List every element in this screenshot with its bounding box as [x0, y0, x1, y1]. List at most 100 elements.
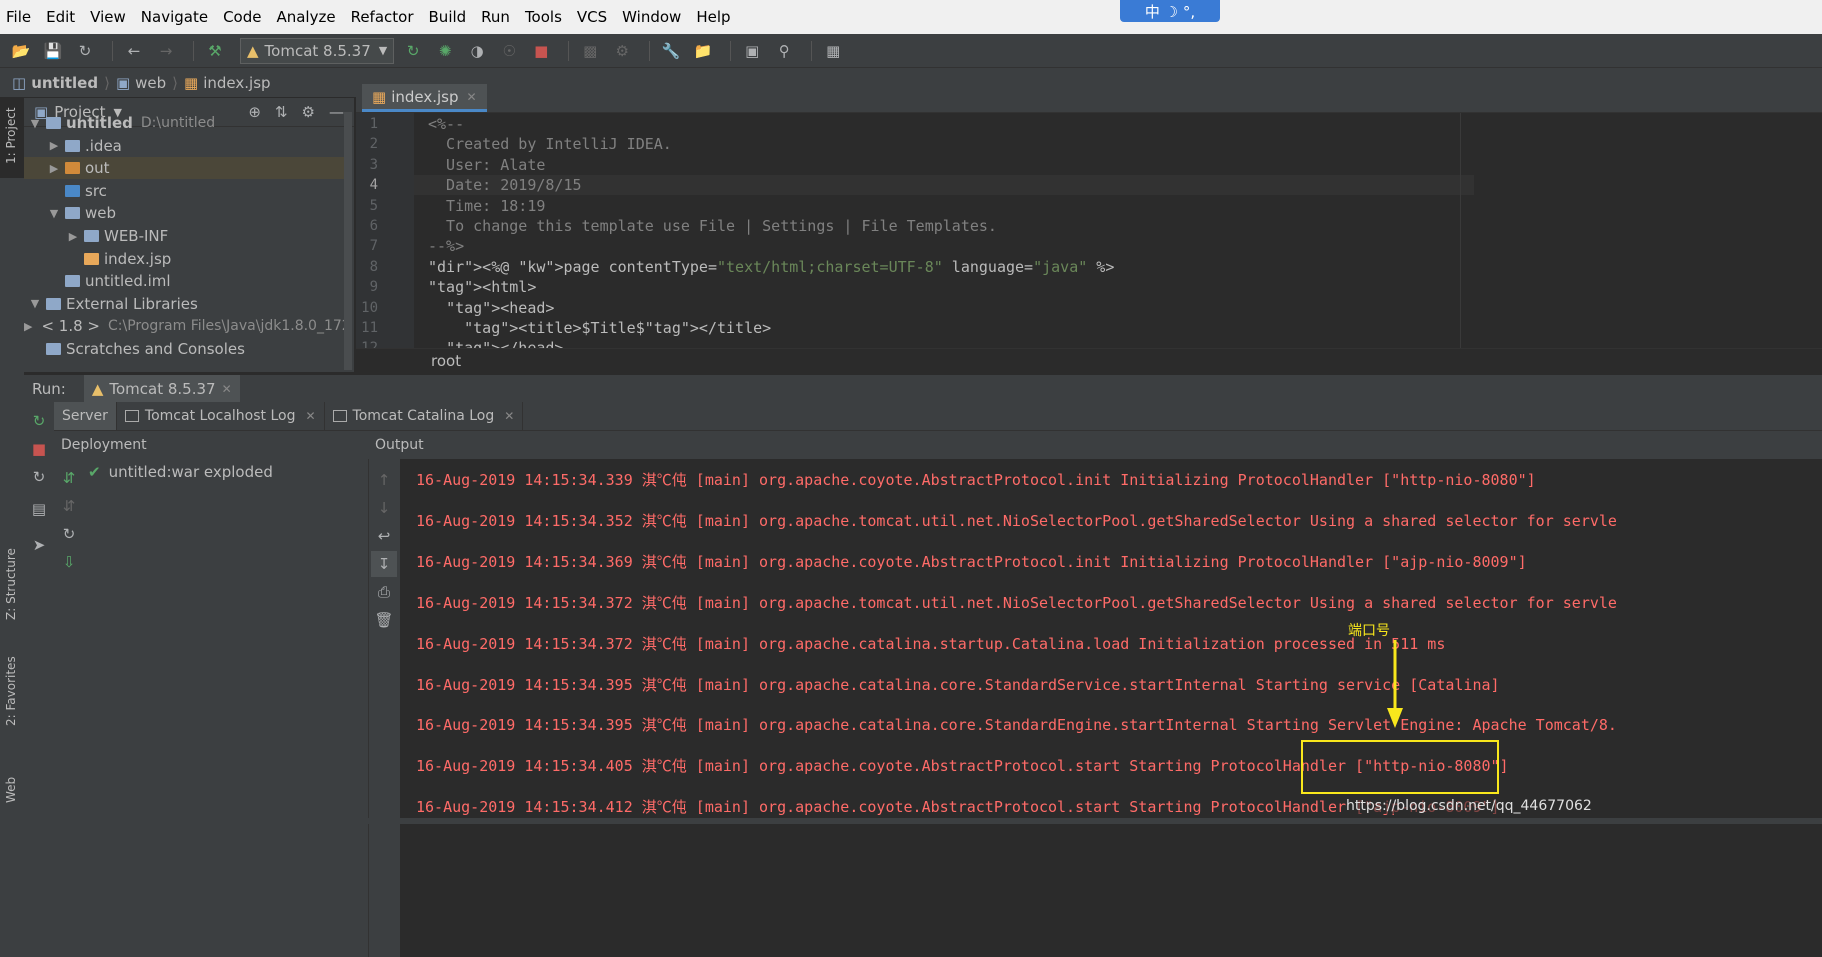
code-line[interactable]: To change this template use File | Setti…	[428, 216, 997, 236]
rerun-icon[interactable]: ↻	[26, 408, 52, 434]
code-line[interactable]: "tag"><html>	[428, 277, 536, 297]
run-configuration-select[interactable]: ▲ Tomcat 8.5.37 ▼	[240, 37, 395, 64]
breadcrumb-web[interactable]: ▣ web	[116, 74, 166, 92]
layout-icon[interactable]: ▤	[26, 496, 52, 522]
collapsed-arrow-icon[interactable]: ▶	[47, 139, 61, 152]
tool-window-structure[interactable]: Z: Structure	[0, 548, 24, 638]
project-scrollbar[interactable]	[344, 112, 352, 370]
code-line[interactable]: --%>	[428, 236, 464, 256]
stop-icon[interactable]: ■	[26, 436, 52, 462]
menu-vcs[interactable]: VCS	[577, 8, 607, 26]
redeploy-icon[interactable]: ⇩	[56, 549, 82, 575]
code-line[interactable]: "tag"><title>$Title$"tag"></title>	[428, 318, 771, 338]
trash-icon[interactable]: 🗑	[371, 607, 397, 633]
menu-run[interactable]: Run	[481, 8, 510, 26]
menu-help[interactable]: Help	[696, 8, 730, 26]
project-structure-icon[interactable]: 📁	[690, 38, 716, 64]
tree-node[interactable]: ▶ WEB-INF	[24, 225, 344, 247]
code-line[interactable]: Time: 18:19	[428, 196, 545, 216]
tool-window-favorites[interactable]: 2: Favorites	[0, 656, 24, 748]
subtab-catalina-log[interactable]: Tomcat Catalina Log ✕	[325, 402, 524, 430]
menu-view[interactable]: View	[90, 8, 126, 26]
tree-node[interactable]: ▶ out	[24, 157, 344, 180]
menu-tools[interactable]: Tools	[525, 8, 562, 26]
update-icon[interactable]: ↻	[56, 521, 82, 547]
save-icon[interactable]: 💾	[40, 38, 66, 64]
close-icon[interactable]: ✕	[504, 409, 514, 423]
close-icon[interactable]: ✕	[222, 382, 232, 396]
code-line[interactable]: Date: 2019/8/15	[414, 175, 1474, 196]
debug-bug-icon[interactable]: ✺	[432, 38, 458, 64]
run-tab-tomcat[interactable]: ▲ Tomcat 8.5.37 ✕	[83, 375, 240, 403]
tool-window-project[interactable]: 1: Project	[0, 98, 24, 178]
pin-icon[interactable]: ➤	[26, 532, 52, 558]
deployment-item[interactable]: ✔ untitled:war exploded	[88, 463, 273, 481]
menu-navigate[interactable]: Navigate	[141, 8, 208, 26]
task-icon[interactable]: ▦	[820, 38, 846, 64]
forward-icon[interactable]: →	[153, 38, 179, 64]
expanded-arrow-icon[interactable]: ▼	[28, 297, 42, 310]
breadcrumb-project[interactable]: ◫ untitled	[12, 74, 98, 92]
collapsed-arrow-icon[interactable]: ▶	[66, 230, 80, 243]
refresh-icon[interactable]: ↻	[26, 464, 52, 490]
menu-refactor[interactable]: Refactor	[351, 8, 414, 26]
code-line[interactable]: "tag"></head>	[428, 338, 563, 348]
menu-file[interactable]: File	[6, 8, 31, 26]
expanded-arrow-icon[interactable]: ▼	[47, 207, 61, 220]
tree-node[interactable]: ▼ untitled D:\untitled	[24, 112, 344, 134]
editor-breadcrumb-root[interactable]: root	[431, 352, 461, 370]
collapsed-arrow-icon[interactable]: ▶	[47, 162, 61, 175]
subtab-server-label: Server	[62, 408, 108, 424]
menu-window[interactable]: Window	[622, 8, 681, 26]
subtab-localhost-log[interactable]: Tomcat Localhost Log ✕	[117, 402, 325, 430]
menu-code[interactable]: Code	[223, 8, 261, 26]
tree-node[interactable]: src	[24, 180, 344, 202]
menu-edit[interactable]: Edit	[46, 8, 75, 26]
subtab-server[interactable]: Server	[54, 402, 117, 430]
profile-icon[interactable]: ☉	[496, 38, 522, 64]
back-icon[interactable]: ←	[121, 38, 147, 64]
code-editor[interactable]: <%-- Created by IntelliJ IDEA. User: Ala…	[414, 113, 1822, 348]
tool-window-web[interactable]: Web	[0, 763, 24, 813]
undeploy-icon[interactable]: ⇵	[56, 493, 82, 519]
breadcrumb-file[interactable]: ▦ index.jsp	[184, 74, 271, 92]
code-line[interactable]: "dir"><%@ "kw">page contentType="text/ht…	[428, 257, 1114, 277]
menu-build[interactable]: Build	[429, 8, 467, 26]
collapsed-arrow-icon[interactable]: ▶	[24, 320, 32, 333]
search-icon[interactable]: ⚲	[771, 38, 797, 64]
code-line[interactable]: "tag"><head>	[428, 298, 554, 318]
code-line[interactable]: <%--	[428, 114, 464, 134]
menu-analyze[interactable]: Analyze	[276, 8, 335, 26]
tree-node[interactable]: untitled.iml	[24, 270, 344, 292]
terminal-icon[interactable]: ▣	[739, 38, 765, 64]
rerun-icon[interactable]: ↻	[400, 38, 426, 64]
coverage-icon[interactable]: ◑	[464, 38, 490, 64]
close-icon[interactable]: ✕	[467, 90, 477, 104]
open-folder-icon[interactable]: 📂	[8, 38, 34, 64]
scroll-to-end-icon[interactable]: ↧	[371, 551, 397, 577]
code-line[interactable]: Created by IntelliJ IDEA.	[428, 134, 672, 154]
tree-node[interactable]: ▼ External Libraries	[24, 293, 344, 315]
arrow-down-icon[interactable]: ↓	[371, 495, 397, 521]
tree-node[interactable]: Scratches and Consoles	[24, 338, 344, 360]
close-icon[interactable]: ✕	[305, 409, 315, 423]
arrow-up-icon[interactable]: ↑	[371, 467, 397, 493]
print-icon[interactable]: ⎙	[371, 579, 397, 605]
soft-wrap-icon[interactable]: ↩	[371, 523, 397, 549]
tree-node[interactable]: ▶ .idea	[24, 135, 344, 157]
tree-node[interactable]: ▶ < 1.8 > C:\Program Files\Java\jdk1.8.0_1…	[24, 315, 351, 337]
expanded-arrow-icon[interactable]: ▼	[28, 117, 42, 130]
tree-node[interactable]: index.jsp	[24, 248, 344, 270]
editor-tab-index-jsp[interactable]: ▦ index.jsp ✕	[362, 84, 487, 112]
sync-icon[interactable]: ↻	[72, 38, 98, 64]
code-line[interactable]: User: Alate	[428, 155, 545, 175]
vcs-update-icon[interactable]: ▩	[577, 38, 603, 64]
vcs-commit-icon[interactable]: ⚙	[609, 38, 635, 64]
wrench-settings-icon[interactable]: 🔧	[658, 38, 684, 64]
tree-node[interactable]: ▼ web	[24, 202, 344, 224]
stop-icon[interactable]: ■	[528, 38, 554, 64]
ime-indicator[interactable]: 中 ☽ °,	[1120, 0, 1220, 22]
deploy-icon[interactable]: ⇵	[56, 465, 82, 491]
build-hammer-icon[interactable]: ⚒	[202, 38, 228, 64]
console-output[interactable]: 16-Aug-2019 14:15:34.339 淇℃伅 [main] org.…	[400, 459, 1822, 957]
